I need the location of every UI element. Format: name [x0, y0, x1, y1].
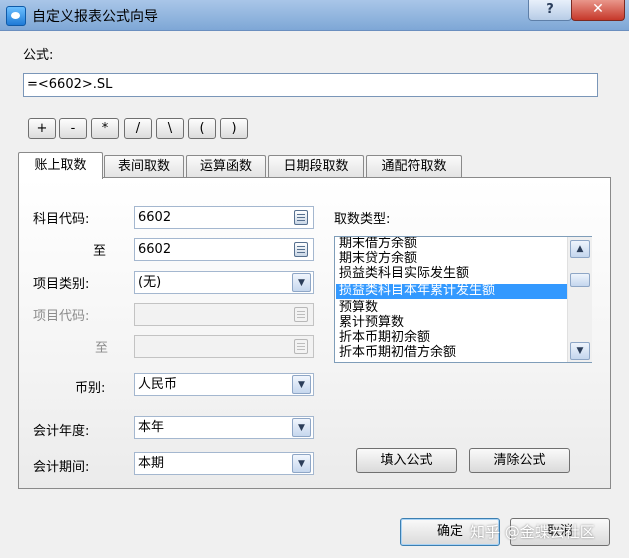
left-paren-button[interactable]: ( — [188, 118, 216, 139]
item-code-input[interactable] — [134, 303, 314, 326]
account-code-label: 科目代码: — [33, 212, 90, 227]
app-icon — [6, 6, 26, 26]
tab-wildcard-fetch[interactable]: 通配符取数 — [366, 155, 462, 178]
title-bar[interactable]: 自定义报表公式向导 ? ✕ — [0, 0, 629, 31]
fiscal-year-select[interactable]: 本年 — [134, 416, 314, 439]
list-item[interactable]: 期末借方余额 — [339, 237, 417, 252]
list-item[interactable]: 预算数 — [339, 301, 378, 316]
item-code-picker-icon — [294, 307, 308, 322]
item-code-to-label: 至 — [95, 341, 109, 356]
close-button[interactable]: ✕ — [571, 0, 625, 21]
list-item[interactable]: 折本币期初借方余额 — [339, 346, 456, 361]
account-code-input[interactable]: 6602 — [134, 206, 314, 229]
window-title: 自定义报表公式向导 — [32, 9, 158, 25]
tab-account-fetch[interactable]: 账上取数 — [18, 152, 103, 179]
fiscal-period-chevron-down-icon[interactable]: ▼ — [292, 454, 311, 473]
help-button[interactable]: ? — [528, 0, 572, 21]
list-item-selected[interactable]: 损益类科目本年累计发生额 — [336, 284, 567, 299]
item-category-value: (无) — [138, 275, 162, 290]
right-paren-button[interactable]: ) — [220, 118, 248, 139]
item-category-chevron-down-icon[interactable]: ▼ — [292, 273, 311, 292]
fetch-type-scrollbar[interactable]: ▲ ▼ — [567, 237, 592, 362]
item-category-label: 项目类别: — [33, 277, 90, 292]
fiscal-period-value: 本期 — [138, 456, 165, 471]
fiscal-period-select[interactable]: 本期 — [134, 452, 314, 475]
backslash-button[interactable]: \ — [156, 118, 184, 139]
currency-select[interactable]: 人民币 — [134, 373, 314, 396]
fetch-type-label: 取数类型: — [334, 212, 391, 227]
clear-formula-button[interactable]: 清除公式 — [469, 448, 570, 473]
item-code-label: 项目代码: — [33, 309, 90, 324]
formula-label: 公式: — [23, 48, 54, 63]
account-code-picker-icon[interactable] — [294, 210, 308, 225]
minus-button[interactable]: - — [59, 118, 87, 139]
list-item[interactable]: 损益类科目实际发生额 — [339, 267, 469, 282]
list-item[interactable]: 累计预算数 — [339, 316, 404, 331]
tab-inter-table-fetch[interactable]: 表间取数 — [104, 155, 184, 178]
multiply-button[interactable]: * — [91, 118, 119, 139]
fill-formula-button[interactable]: 填入公式 — [356, 448, 457, 473]
item-code-to-input[interactable] — [134, 335, 314, 358]
scrollbar-thumb[interactable] — [570, 273, 590, 287]
currency-chevron-down-icon[interactable]: ▼ — [292, 375, 311, 394]
account-code-to-label: 至 — [93, 244, 107, 259]
currency-label: 币别: — [75, 381, 106, 396]
fiscal-year-value: 本年 — [138, 420, 165, 435]
tab-date-range-fetch[interactable]: 日期段取数 — [268, 155, 364, 178]
fiscal-year-chevron-down-icon[interactable]: ▼ — [292, 418, 311, 437]
account-code-to-value: 6602 — [138, 242, 172, 257]
scroll-down-icon[interactable]: ▼ — [570, 342, 590, 360]
formula-input[interactable]: =<6602>.SL — [23, 73, 598, 97]
list-item[interactable]: 折本币期初余额 — [339, 331, 430, 346]
item-code-to-picker-icon — [294, 339, 308, 354]
tab-functions[interactable]: 运算函数 — [186, 155, 266, 178]
divide-button[interactable]: / — [124, 118, 152, 139]
fiscal-year-label: 会计年度: — [33, 424, 90, 439]
fiscal-period-label: 会计期间: — [33, 460, 90, 475]
plus-button[interactable]: + — [28, 118, 56, 139]
watermark: 知乎 @金蝶云社区 — [470, 523, 595, 541]
currency-value: 人民币 — [138, 377, 178, 392]
scroll-up-icon[interactable]: ▲ — [570, 240, 590, 258]
account-code-to-input[interactable]: 6602 — [134, 238, 314, 261]
item-category-select[interactable]: (无) — [134, 271, 314, 294]
list-item[interactable]: 期末贷方余额 — [339, 252, 417, 267]
account-code-to-picker-icon[interactable] — [294, 242, 308, 257]
fetch-type-listbox[interactable]: 期末借方余额 期末贷方余额 损益类科目实际发生额 损益类科目本年累计发生额 预算… — [334, 236, 592, 363]
account-code-value: 6602 — [138, 210, 172, 225]
